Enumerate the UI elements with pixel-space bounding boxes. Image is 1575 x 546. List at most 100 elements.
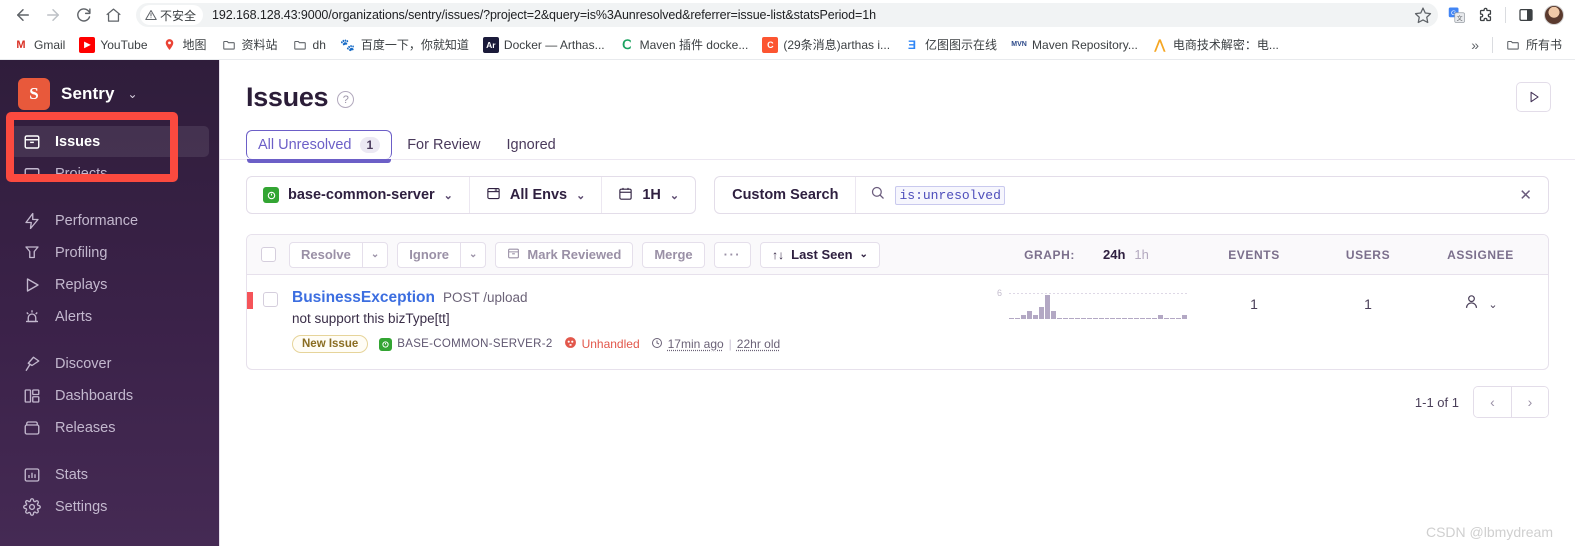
- bookmark-star-icon[interactable]: [1414, 6, 1432, 24]
- sidebar-item-replays[interactable]: Replays: [10, 269, 209, 300]
- back-button[interactable]: [8, 2, 38, 28]
- forward-button[interactable]: [38, 2, 68, 28]
- search-input[interactable]: is:unresolved: [856, 177, 1503, 213]
- previous-page-button[interactable]: ‹: [1474, 387, 1511, 417]
- home-button[interactable]: [98, 2, 128, 28]
- resolve-button[interactable]: Resolve: [290, 243, 362, 267]
- ignore-button-group[interactable]: Ignore ⌄: [397, 241, 487, 268]
- releases-icon: [22, 418, 41, 437]
- bookmark-item[interactable]: 🐾 百度一下，你就知道: [333, 33, 476, 56]
- extensions-icon[interactable]: [1472, 2, 1498, 28]
- graph-period-1h[interactable]: 1h: [1134, 247, 1148, 262]
- clear-search-button[interactable]: ✕: [1503, 177, 1548, 213]
- time-period-selector[interactable]: 1H ⌄: [602, 177, 695, 213]
- sidebar-item-alerts[interactable]: Alerts: [10, 301, 209, 332]
- environment-selector[interactable]: All Envs ⌄: [470, 177, 603, 213]
- sidebar-item-discover[interactable]: Discover: [10, 348, 209, 379]
- sidebar-item-label: Stats: [55, 466, 89, 483]
- tab-count-badge: 1: [359, 137, 381, 153]
- reload-button[interactable]: [68, 2, 98, 28]
- sidebar-item-settings[interactable]: Settings: [10, 491, 209, 522]
- profile-avatar[interactable]: [1541, 2, 1567, 28]
- chevron-down-icon[interactable]: ⌄: [361, 242, 387, 267]
- skull-icon: [564, 336, 577, 352]
- mark-reviewed-button[interactable]: Mark Reviewed: [495, 241, 634, 268]
- issue-list-item[interactable]: BusinessException POST /upload not suppo…: [247, 275, 1548, 369]
- sidebar-item-projects[interactable]: Projects: [10, 158, 209, 189]
- project-selector[interactable]: base-common-server ⌄: [247, 177, 470, 213]
- bookmark-label: Docker — Arthas...: [503, 37, 605, 52]
- merge-button[interactable]: Merge: [642, 241, 705, 268]
- bookmark-item[interactable]: 资料站: [214, 33, 285, 56]
- tab-all-unresolved[interactable]: All Unresolved 1: [246, 130, 393, 163]
- help-icon[interactable]: ?: [337, 91, 355, 108]
- bookmark-label: 地图: [182, 38, 207, 52]
- bookmark-item[interactable]: dh: [285, 34, 333, 56]
- graph-period-toggle[interactable]: 24h 1h: [1075, 247, 1195, 262]
- issues-icon: [507, 247, 520, 263]
- bookmark-item[interactable]: 地图: [155, 33, 214, 56]
- sidebar-item-stats[interactable]: Stats: [10, 459, 209, 490]
- issue-short-id[interactable]: BASE-COMMON-SERVER-2: [379, 337, 552, 351]
- next-page-button[interactable]: ›: [1511, 387, 1548, 417]
- issue-times: 17min ago | 22hr old: [651, 337, 780, 352]
- issue-checkbox[interactable]: [263, 292, 278, 307]
- issue-title-link[interactable]: BusinessException: [292, 289, 435, 307]
- global-filters: base-common-server ⌄ All Envs ⌄ 1H ⌄: [246, 176, 697, 214]
- more-actions-button[interactable]: ···: [713, 241, 752, 268]
- bookmark-item[interactable]: ⋀ 电商技术解密：电...: [1145, 33, 1286, 56]
- issue-events-count[interactable]: 1: [1195, 296, 1313, 312]
- sidebar-item-label: Dashboards: [55, 387, 134, 404]
- graph-period-24h[interactable]: 24h: [1103, 247, 1125, 262]
- column-assignee-label: ASSIGNEE: [1447, 247, 1514, 262]
- sparkline-bar: [1068, 317, 1074, 319]
- security-chip[interactable]: 不安全: [140, 5, 204, 25]
- bookmarks-overflow-button[interactable]: »: [1463, 34, 1487, 56]
- address-bar[interactable]: 不安全 192.168.128.43:9000/organizations/se…: [136, 3, 1438, 27]
- tab-ignored[interactable]: Ignored: [496, 131, 567, 159]
- sidebar-item-issues[interactable]: Issues: [10, 126, 209, 157]
- chevron-down-icon: ⌄: [669, 189, 680, 202]
- browser-toolbar: 不安全 192.168.128.43:9000/organizations/se…: [0, 0, 1575, 30]
- bookmark-item[interactable]: Ǝ 亿图图示在线: [897, 33, 1004, 56]
- select-all-checkbox[interactable]: [261, 247, 276, 262]
- sidebar-item-dashboards[interactable]: Dashboards: [10, 380, 209, 411]
- bookmark-label: Maven Repository...: [1032, 37, 1138, 52]
- resolve-button-group[interactable]: Resolve ⌄: [289, 241, 389, 268]
- tab-label: Ignored: [506, 137, 556, 153]
- play-button[interactable]: [1516, 82, 1551, 112]
- sidebar-item-releases[interactable]: Releases: [10, 412, 209, 443]
- sidebar-item-label: Issues: [55, 133, 101, 150]
- error-level-indicator: [247, 292, 253, 309]
- org-switcher[interactable]: S Sentry ⌄: [0, 76, 219, 112]
- sparkline-max-label: 6: [997, 288, 1003, 298]
- bookmark-label: dh: [312, 37, 326, 52]
- filter-bar: base-common-server ⌄ All Envs ⌄ 1H ⌄ Cus…: [220, 160, 1575, 214]
- ignore-button[interactable]: Ignore: [398, 243, 460, 267]
- sidebar-item-performance[interactable]: Performance: [10, 205, 209, 236]
- chevron-down-icon[interactable]: ⌄: [460, 242, 485, 267]
- issue-users-count[interactable]: 1: [1313, 296, 1423, 312]
- org-name: Sentry: [61, 84, 115, 103]
- column-headers: GRAPH: 24h 1h EVENTS USERS ASSIGNEE: [983, 247, 1538, 262]
- sort-button[interactable]: ↑↓ Last Seen ⌄: [760, 241, 880, 268]
- all-bookmarks-button[interactable]: 所有书: [1498, 33, 1569, 56]
- bookmark-item[interactable]: C (29条消息)arthas i...: [755, 33, 897, 56]
- sparkline-bar: [1020, 315, 1026, 319]
- custom-search-button[interactable]: Custom Search: [715, 177, 857, 213]
- side-panel-icon[interactable]: [1513, 2, 1539, 28]
- youtube-icon: ▶: [79, 36, 96, 53]
- bookmark-item[interactable]: ▶ YouTube: [72, 34, 154, 56]
- chevron-down-icon: ⌄: [443, 189, 453, 202]
- bookmark-item[interactable]: M Gmail: [6, 34, 72, 56]
- translate-icon[interactable]: G文: [1444, 2, 1470, 28]
- tab-for-review[interactable]: For Review: [396, 131, 491, 159]
- time-period-value: 1H: [642, 187, 661, 203]
- bookmark-item[interactable]: Ar Docker — Arthas...: [476, 34, 612, 56]
- issue-assignee[interactable]: ⌄: [1423, 293, 1538, 315]
- bookmark-item[interactable]: Ⅽ Maven 插件 docke...: [612, 33, 756, 56]
- sidebar-item-profiling[interactable]: Profiling: [10, 237, 209, 268]
- issues-toolbar: Resolve ⌄ Ignore ⌄ Mark Reviewed Merge ·…: [247, 235, 1548, 275]
- bookmark-item[interactable]: MVN Maven Repository...: [1004, 34, 1145, 56]
